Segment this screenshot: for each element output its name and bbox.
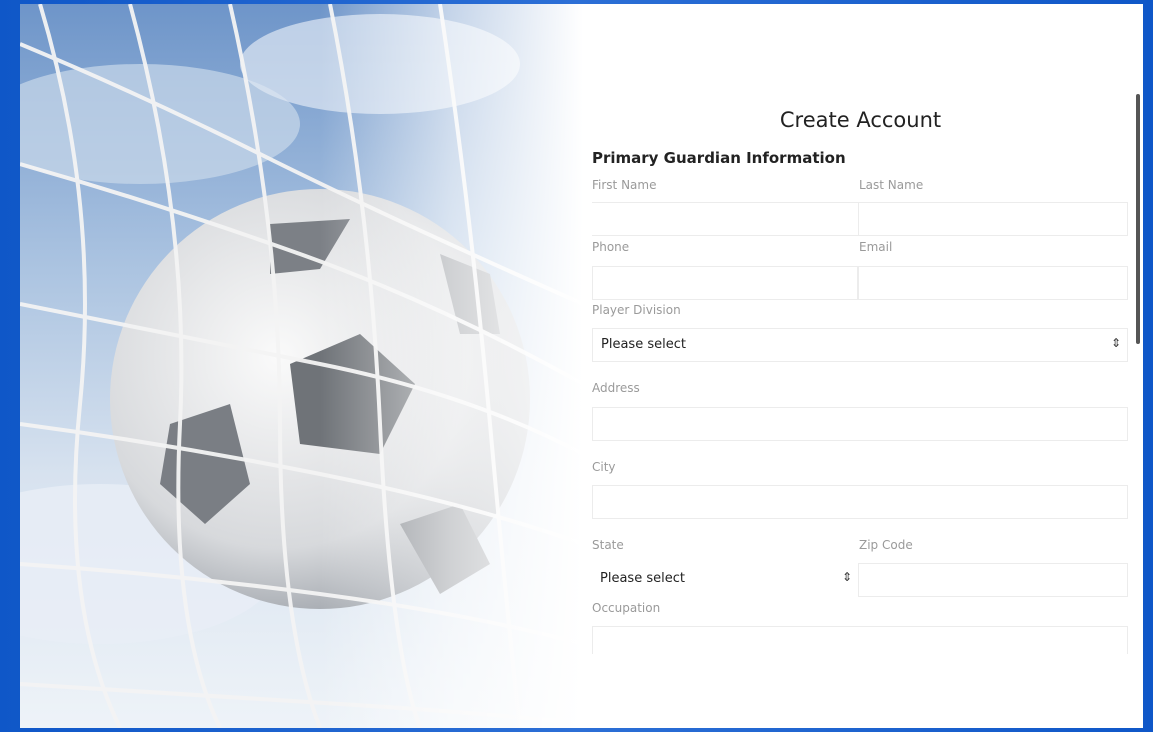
zip-code-label: Zip Code (859, 538, 913, 552)
sort-arrows-icon: ⇕ (1110, 336, 1121, 350)
player-division-selected-value: Please select (601, 337, 686, 352)
city-input[interactable] (592, 485, 1128, 519)
desktop-frame: Create Account Primary Guardian Informat… (0, 0, 1153, 732)
address-label: Address (592, 381, 640, 395)
state-label: State (592, 538, 624, 552)
hero-fade-overlay (320, 4, 583, 728)
form-scrollbar[interactable] (1136, 94, 1140, 344)
first-name-label: First Name (592, 178, 657, 192)
email-input[interactable] (858, 266, 1128, 300)
sort-arrows-icon: ⇕ (841, 570, 852, 584)
signup-window: Create Account Primary Guardian Informat… (20, 4, 1143, 728)
section-title: Primary Guardian Information (592, 149, 846, 167)
state-select[interactable]: Please select ⇕ (592, 563, 858, 597)
occupation-input[interactable] (592, 626, 1128, 654)
hero-image-soccer-ball-net (20, 4, 583, 728)
address-input[interactable] (592, 407, 1128, 441)
zip-code-input[interactable] (858, 563, 1128, 597)
last-name-label: Last Name (859, 178, 924, 192)
first-name-input[interactable] (592, 202, 858, 236)
page-title: Create Account (779, 108, 942, 132)
city-label: City (592, 460, 616, 474)
state-selected-value: Please select (600, 571, 685, 586)
occupation-label: Occupation (592, 601, 661, 615)
phone-label: Phone (592, 240, 630, 254)
create-account-form: Create Account Primary Guardian Informat… (592, 4, 1129, 728)
player-division-select[interactable]: Please select ⇕ (592, 328, 1128, 362)
last-name-input[interactable] (858, 202, 1128, 236)
email-label: Email (859, 240, 893, 254)
player-division-label: Player Division (592, 303, 681, 317)
phone-input[interactable] (592, 266, 858, 300)
